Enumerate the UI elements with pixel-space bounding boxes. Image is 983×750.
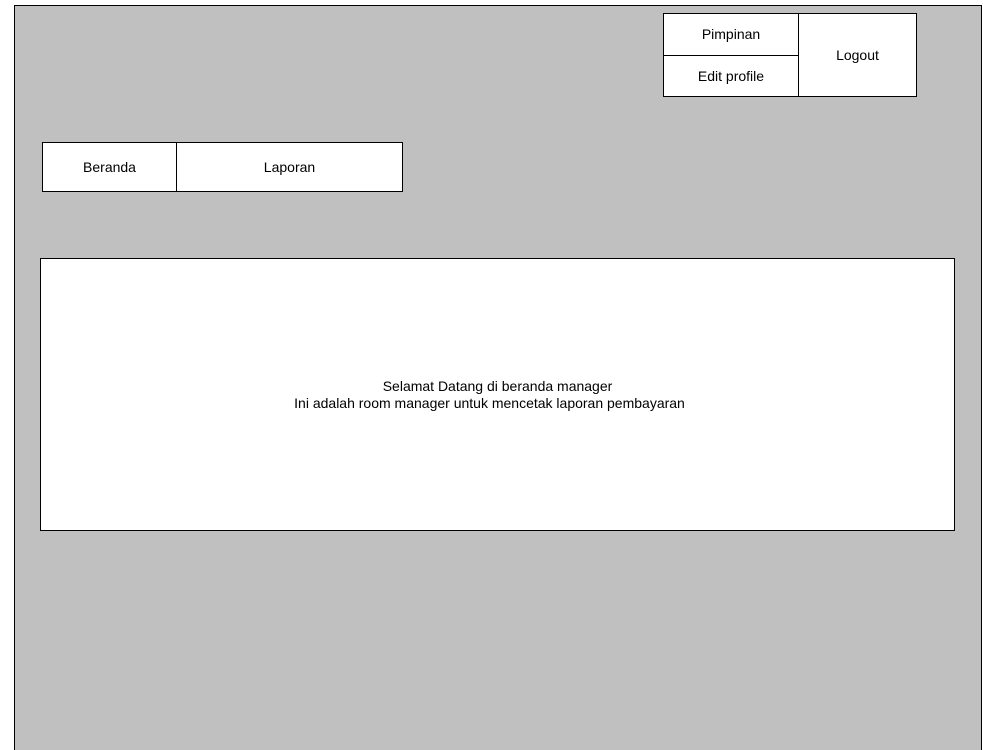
main-nav: Beranda Laporan — [42, 142, 403, 192]
logout-button[interactable]: Logout — [799, 14, 916, 96]
role-label: Pimpinan — [664, 14, 798, 56]
description-text: Ini adalah room manager untuk mencetak l… — [294, 394, 685, 411]
user-menu-left: Pimpinan Edit profile — [664, 14, 799, 96]
nav-item-beranda[interactable]: Beranda — [43, 143, 177, 191]
user-menu: Pimpinan Edit profile Logout — [663, 13, 917, 97]
content-panel: Selamat Datang di beranda manager Ini ad… — [40, 258, 955, 531]
nav-item-laporan[interactable]: Laporan — [177, 143, 402, 191]
edit-profile-button[interactable]: Edit profile — [664, 56, 798, 97]
welcome-text: Selamat Datang di beranda manager — [382, 377, 613, 394]
